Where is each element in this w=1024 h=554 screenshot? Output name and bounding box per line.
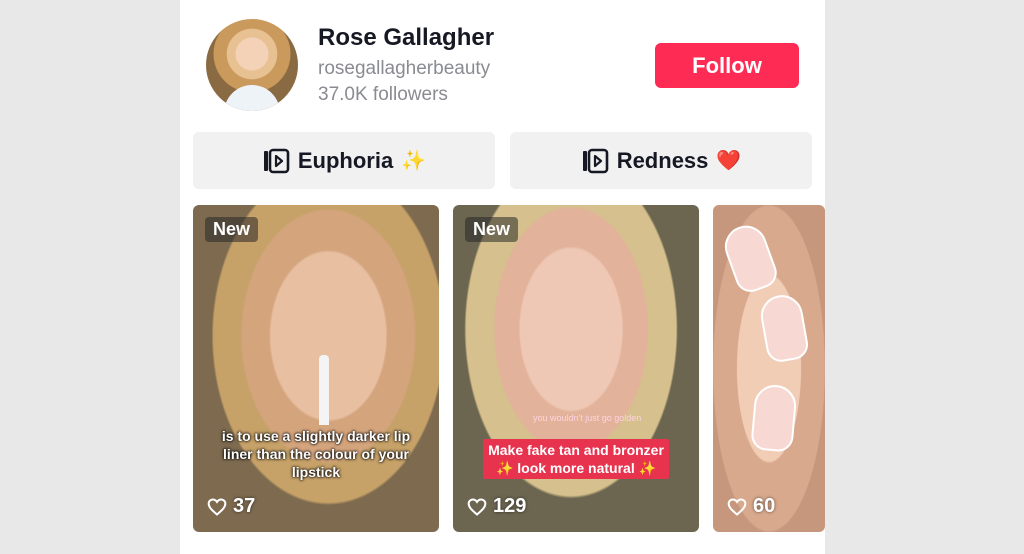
- sparkles-icon: ✨: [401, 150, 427, 172]
- nail-illustration: [757, 291, 811, 365]
- heart-outline-icon: [467, 497, 487, 516]
- playlist-icon: [582, 148, 608, 173]
- playlist-icon: [263, 148, 290, 173]
- like-count-value: 60: [753, 495, 776, 517]
- playlist-euphoria[interactable]: Euphoria ✨: [193, 132, 495, 189]
- like-count: 37: [207, 495, 255, 518]
- new-badge: New: [465, 217, 519, 242]
- playlist-label: Redness: [616, 147, 709, 173]
- playlist-redness[interactable]: Redness ❤️: [510, 132, 812, 189]
- lip-liner-illustration: [319, 355, 329, 425]
- like-count-value: 129: [493, 495, 527, 517]
- follower-count: 37.0K followers: [318, 84, 448, 105]
- nail-illustration: [718, 219, 782, 297]
- playlist-label: Euphoria: [297, 147, 394, 173]
- video-thumbnail-2[interactable]: New you wouldn't just go golden Make fak…: [453, 205, 699, 532]
- video-caption-top: you wouldn't just go golden: [533, 413, 642, 423]
- follow-button[interactable]: Follow: [655, 43, 799, 88]
- creator-name[interactable]: Rose Gallagher: [318, 24, 494, 52]
- creator-card: Rose Gallagher rosegallagherbeauty 37.0K…: [180, 0, 825, 554]
- video-thumbnail-1[interactable]: New is to use a slightly darker lip line…: [193, 205, 439, 532]
- avatar[interactable]: [206, 19, 298, 111]
- heart-emoji-icon: ❤️: [716, 150, 742, 172]
- video-caption: Make fake tan and bronzer ✨ look more na…: [483, 439, 669, 479]
- heart-outline-icon: [207, 497, 227, 516]
- like-count: 60: [727, 495, 775, 518]
- heart-outline-icon: [727, 497, 747, 516]
- creator-handle[interactable]: rosegallagherbeauty: [318, 58, 490, 80]
- video-thumbnail-3[interactable]: 60: [713, 205, 825, 532]
- nail-illustration: [750, 383, 798, 453]
- like-count: 129: [467, 495, 526, 518]
- new-badge: New: [205, 217, 259, 242]
- like-count-value: 37: [233, 495, 256, 517]
- video-caption: is to use a slightly darker lip liner th…: [221, 428, 411, 480]
